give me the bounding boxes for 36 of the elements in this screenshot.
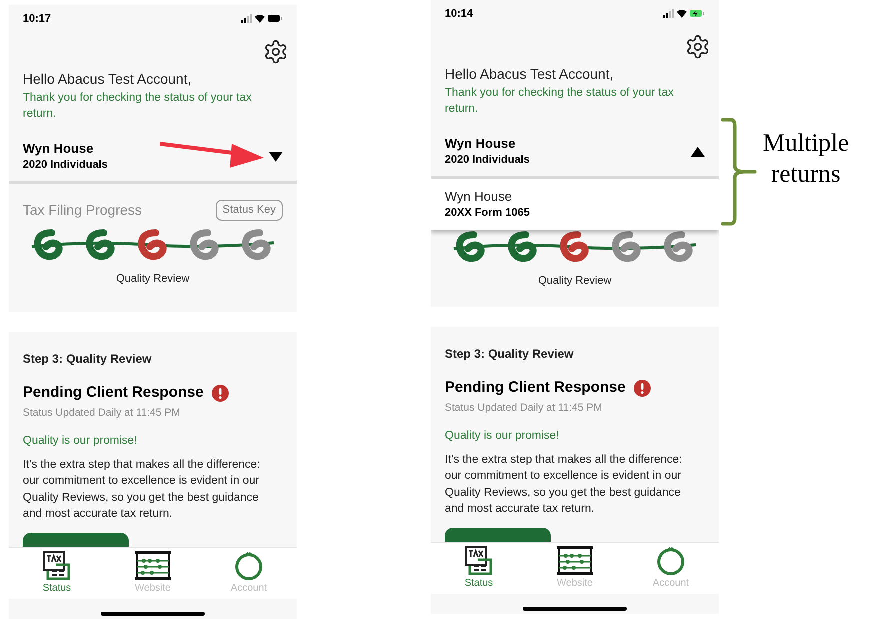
account-icon (656, 546, 686, 576)
tab-bar-item[interactable]: Status (22, 551, 92, 596)
greeting-text: Hello Abacus Test Account, (23, 70, 193, 89)
status-updated-text: Status Updated Daily at 11:45 PM (445, 400, 604, 416)
step-title: Step 3: Quality Review (23, 351, 153, 368)
caret-down-icon (269, 152, 283, 162)
abacus-icon (556, 546, 594, 576)
description-text: It’s the extra step that makes all the difference: our commitment to excellence is evident in our Quality Reviews, so you get the best guidance and most accurate tax return. (23, 458, 262, 522)
greeting-text: Hello Abacus Test Account, (445, 65, 615, 84)
annotation-text: Multiple returns (763, 129, 850, 190)
status-title: Pending Client Response (23, 383, 204, 403)
status-key-button[interactable]: Status Key (216, 200, 283, 221)
alert-icon (212, 384, 229, 402)
settings-icon[interactable] (685, 34, 711, 60)
clock-time: 10:14 (445, 6, 474, 22)
stage-label: Quality Review (116, 272, 190, 287)
promise-text: Quality is our promise! (23, 434, 138, 450)
return-option[interactable]: Wyn House 20XX Form 1065 (431, 179, 719, 230)
settings-icon[interactable] (263, 39, 289, 65)
status-title: Pending Client Response (445, 378, 626, 398)
abacus-icon (134, 551, 172, 581)
description-text: It’s the extra step that makes all the difference: our commitment to excellence is evident in our Quality Reviews, so you get the best guidance and most accurate tax return. (445, 452, 684, 517)
step-title: Step 3: Quality Review (445, 346, 575, 363)
tax-document-icon (464, 546, 494, 576)
thank-you-text: Thank you for checking the status of your tax return. (445, 86, 675, 117)
caret-up-icon (691, 146, 705, 156)
account-icon (234, 551, 264, 581)
status-updated-text: Status Updated Daily at 11:45 PM (23, 406, 182, 420)
thank-you-text: Thank you for checking the status of your tax return. (23, 91, 253, 122)
stage-label: Quality Review (538, 274, 612, 289)
tax-document-icon (42, 551, 72, 581)
alert-icon (634, 380, 651, 397)
promise-text: Quality is our promise! (445, 429, 560, 444)
tab-bar-item[interactable]: Status (444, 546, 514, 591)
clock-time: 10:17 (23, 12, 52, 27)
progress-title: Tax Filing Progress (23, 201, 142, 220)
